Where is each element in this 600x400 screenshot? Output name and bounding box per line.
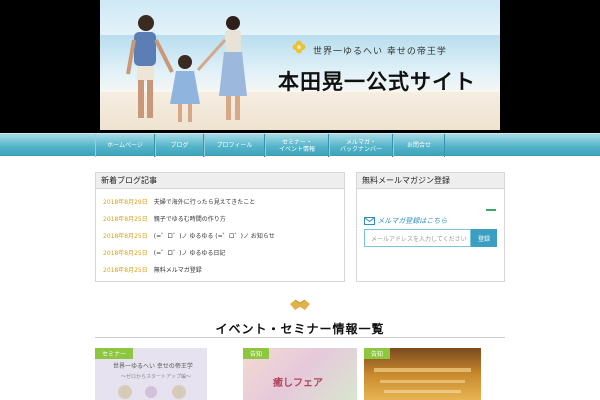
news-panel: 新着ブログ記事 2018年8月29日 夫婦で海外に行ったら見えてきたこと 201… bbox=[95, 172, 345, 282]
news-link[interactable]: (=゜ロ゜)ノ ゆるゆる日記 bbox=[154, 248, 226, 257]
main-nav: ホームページ ブログ プロフィール セミナー・ イベント情報 メルマガ・ バック… bbox=[0, 133, 600, 157]
news-link[interactable]: 親子でゆるむ時間の作り方 bbox=[154, 214, 226, 223]
nav-items: ホームページ ブログ プロフィール セミナー・ イベント情報 メルマガ・ バック… bbox=[95, 134, 445, 157]
news-date: 2018年8月29日 bbox=[103, 199, 148, 206]
news-item[interactable]: 2018年8月25日 親子でゆるむ時間の作り方 bbox=[103, 214, 226, 223]
card-overlay-text: 癒しフェア bbox=[273, 378, 323, 389]
site-title[interactable]: 本田晃一公式サイト bbox=[278, 66, 476, 96]
email-field[interactable]: メールアドレスを入力してください bbox=[364, 229, 471, 247]
news-item[interactable]: 2018年8月29日 夫婦で海外に行ったら見えてきたこと bbox=[103, 197, 255, 206]
site-tagline: 世界一ゆるへい 幸せの帝王学 bbox=[313, 47, 447, 57]
news-item[interactable]: 2018年8月25日 無料メルマガ登録 bbox=[103, 265, 202, 274]
nav-item-blog[interactable]: ブログ bbox=[155, 134, 204, 157]
hero-banner: 世界一ゆるへい 幸せの帝王学 本田晃一公式サイト bbox=[0, 0, 600, 133]
nav-item-seminar[interactable]: セミナー・ イベント情報 bbox=[265, 134, 329, 157]
family-photo bbox=[126, 15, 247, 122]
event-card[interactable]: 告知 bbox=[364, 348, 481, 400]
news-link[interactable]: (=゜ロ゜)ノ ゆるゆる (=゜ロ゜)ノ お知らせ bbox=[154, 231, 275, 240]
news-item[interactable]: 2018年8月25日 (=゜ロ゜)ノ ゆるゆる (=゜ロ゜)ノ お知らせ bbox=[103, 231, 275, 240]
category-badge: 告知 bbox=[243, 348, 270, 359]
mailmag-panel: 無料メールマガジン登録 メルマガ登録はこちら メールアドレスを入力してください … bbox=[356, 172, 505, 282]
news-link[interactable]: 夫婦で海外に行ったら見えてきたこと bbox=[154, 197, 256, 206]
news-panel-title: 新着ブログ記事 bbox=[96, 173, 344, 189]
event-card[interactable]: 告知 癒しフェア bbox=[243, 348, 357, 400]
nav-item-home[interactable]: ホームページ bbox=[95, 134, 155, 157]
event-card[interactable]: セミナー 世界一ゆるへい 幸せの帝王学 〜ゼロからスタートアップ編〜 bbox=[95, 348, 207, 400]
news-item[interactable]: 2018年8月25日 (=゜ロ゜)ノ ゆるゆる日記 bbox=[103, 248, 225, 257]
flower-icon bbox=[292, 40, 306, 54]
news-link[interactable]: 無料メルマガ登録 bbox=[154, 265, 202, 274]
nav-item-mailmag-archive[interactable]: メルマガ・ バックナンバー bbox=[329, 134, 393, 157]
category-badge: 告知 bbox=[364, 348, 391, 359]
category-badge: セミナー bbox=[95, 348, 134, 359]
mailmag-panel-title: 無料メールマガジン登録 bbox=[357, 173, 504, 189]
mailmag-accent bbox=[486, 209, 496, 211]
nav-item-contact[interactable]: お問合せ bbox=[393, 134, 445, 157]
mailmag-signup-label[interactable]: メルマガ登録はこちら bbox=[364, 216, 447, 226]
mailmag-signup-text: メルマガ登録はこちら bbox=[377, 217, 448, 225]
register-button[interactable]: 登録 bbox=[471, 229, 497, 247]
news-date: 2018年8月25日 bbox=[103, 233, 148, 240]
news-date: 2018年8月25日 bbox=[103, 267, 148, 274]
handshake-icon bbox=[290, 299, 310, 310]
news-date: 2018年8月25日 bbox=[103, 216, 148, 223]
section-divider bbox=[95, 337, 505, 338]
section-title: イベント・セミナー情報一覧 bbox=[215, 322, 385, 336]
news-date: 2018年8月25日 bbox=[103, 250, 148, 257]
nav-item-profile[interactable]: プロフィール bbox=[204, 134, 265, 157]
hero-photo: 世界一ゆるへい 幸せの帝王学 本田晃一公式サイト bbox=[100, 0, 500, 130]
envelope-icon bbox=[364, 217, 375, 225]
